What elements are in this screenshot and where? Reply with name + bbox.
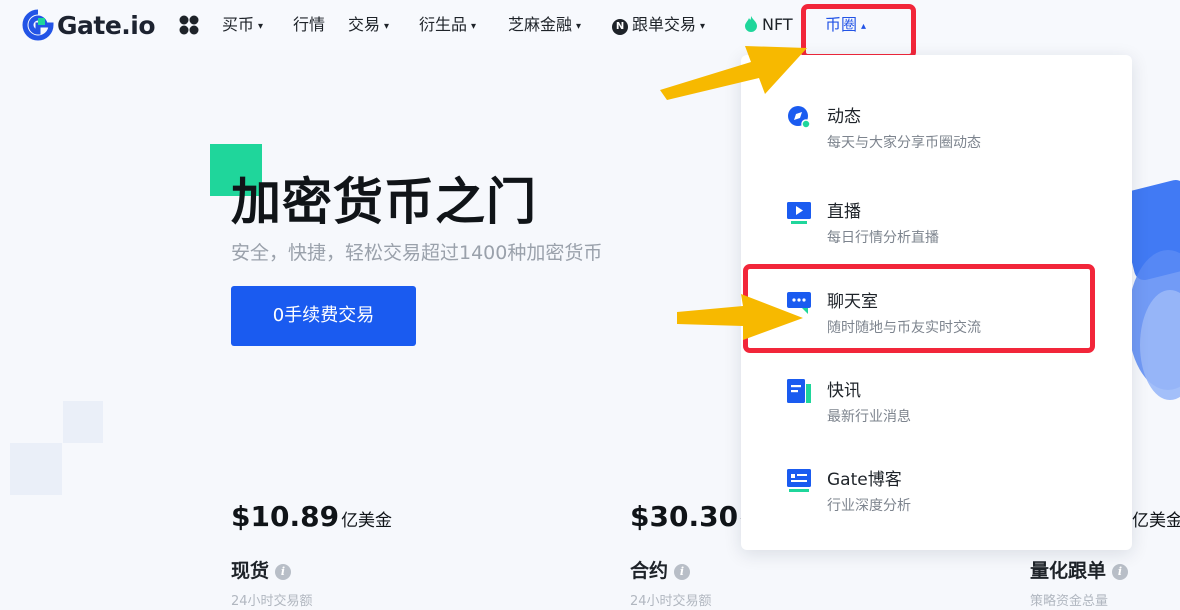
futures-label: 合约 i	[630, 556, 691, 583]
brand-name: Gate.io	[57, 10, 156, 40]
menu-item-title: 动态	[827, 107, 861, 127]
caret-down-icon: ▾	[471, 21, 477, 32]
stat-label-text: 合约	[630, 560, 669, 582]
spot-note: 24小时交易额	[231, 594, 313, 609]
decor-square	[10, 443, 62, 495]
futures-note: 24小时交易额	[630, 594, 712, 609]
apps-grid-icon[interactable]	[178, 14, 200, 36]
stat-label-text: 量化跟单	[1030, 560, 1107, 582]
annotation-arrow-icon	[660, 46, 807, 100]
nav-label: 芝麻金融	[508, 15, 573, 34]
nav-label: 行情	[293, 15, 326, 34]
nav-nft[interactable]: NFT	[744, 12, 793, 38]
info-icon[interactable]: i	[275, 564, 292, 580]
highlight-community-nav	[801, 4, 916, 59]
nav-label: 交易	[348, 15, 381, 34]
menu-item-live[interactable]: 直播 每日行情分析直播	[741, 197, 1132, 257]
spot-volume-value: $10.89 亿美金	[231, 500, 392, 533]
menu-item-desc: 每日行情分析直播	[827, 230, 939, 246]
flame-icon	[745, 16, 757, 32]
menu-item-desc: 最新行业消息	[827, 409, 911, 425]
menu-item-blog[interactable]: Gate博客 行业深度分析	[741, 465, 1132, 525]
annotation-arrow-icon	[677, 294, 803, 340]
menu-item-news[interactable]: 快讯 最新行业消息	[741, 376, 1132, 436]
menu-item-title: 快讯	[827, 381, 861, 401]
nav-derivatives[interactable]: 衍生品 ▾	[419, 12, 476, 38]
hero-subtitle: 安全，快捷，轻松交易超过1400种加密货币	[231, 242, 603, 264]
menu-item-title: 直播	[827, 202, 861, 222]
nav-trade[interactable]: 交易 ▾	[348, 12, 389, 38]
info-icon[interactable]: i	[674, 564, 691, 580]
nav-label: NFT	[762, 15, 793, 34]
gateio-logo[interactable]: Gate.io	[22, 9, 156, 41]
stat-label-text: 现货	[231, 560, 270, 582]
nav-finance[interactable]: 芝麻金融 ▾	[508, 12, 581, 38]
nav-markets[interactable]: 行情	[293, 12, 325, 38]
gateio-logo-icon	[22, 9, 54, 41]
caret-down-icon: ▾	[576, 21, 582, 32]
stat-number: $30.30	[630, 500, 739, 533]
zero-fee-trade-button[interactable]: 0手续费交易	[231, 286, 416, 346]
quant-label: 量化跟单 i	[1030, 556, 1129, 583]
new-badge-icon: N	[612, 19, 628, 35]
nav-copy-trading[interactable]: N 跟单交易 ▾	[612, 12, 705, 38]
nav-label: 衍生品	[419, 15, 468, 34]
menu-item-feed[interactable]: 动态 每天与大家分享币圈动态	[741, 102, 1132, 162]
stat-unit: 亿美金	[1132, 511, 1180, 531]
menu-item-title: Gate博客	[827, 470, 902, 490]
stat-unit: 亿美金	[341, 511, 393, 531]
futures-volume-value: $30.30亿	[630, 500, 757, 533]
menu-item-desc: 每天与大家分享币圈动态	[827, 135, 981, 151]
stat-number: $10.89	[231, 500, 340, 533]
caret-down-icon: ▾	[258, 21, 264, 32]
news-flash-icon	[787, 379, 811, 403]
live-stream-icon	[787, 202, 811, 224]
spot-label: 现货 i	[231, 556, 292, 583]
decor-square	[63, 401, 103, 443]
caret-down-icon: ▾	[384, 21, 390, 32]
info-icon[interactable]: i	[1112, 564, 1129, 580]
quant-note: 策略资金总量	[1030, 594, 1109, 609]
top-navbar: Gate.io 买币 ▾ 行情 交易 ▾ 衍生品 ▾ 芝麻金融 ▾ N 跟单交易 ▾ NFT…	[0, 0, 1180, 50]
nav-label: 跟单交易	[632, 15, 697, 34]
nav-buy-crypto[interactable]: 买币 ▾	[222, 12, 263, 38]
hero-title: 加密货币之门	[231, 173, 537, 231]
compass-icon	[788, 106, 811, 129]
nav-label: 买币	[222, 15, 255, 34]
blog-icon	[787, 469, 811, 492]
caret-down-icon: ▾	[700, 21, 706, 32]
quant-volume-value: 亿美金	[1130, 500, 1180, 533]
menu-item-desc: 行业深度分析	[827, 498, 911, 514]
